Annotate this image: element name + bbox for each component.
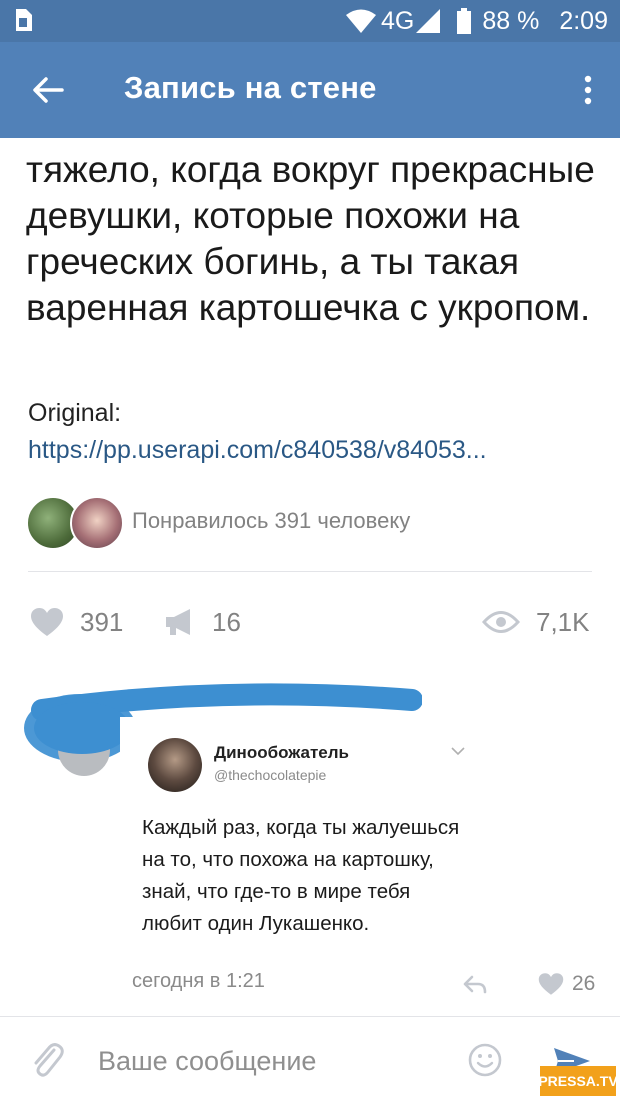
like-count: 391	[80, 606, 124, 637]
more-options-icon[interactable]	[582, 74, 594, 106]
back-arrow-icon[interactable]	[30, 72, 66, 108]
megaphone-icon	[166, 609, 190, 635]
watermark-badge: PRESSA.TV	[538, 1066, 618, 1096]
status-right: 4G 88 % 2:09	[345, 6, 608, 36]
likers-row[interactable]: Понравилось 391 человеку	[26, 496, 586, 550]
tweet-text: Каждый раз, когда ты жалуешься на то, чт…	[142, 816, 460, 935]
reply-icon[interactable]	[462, 974, 488, 994]
views: 7,1K	[482, 600, 590, 644]
view-count: 7,1K	[536, 606, 590, 637]
emoji-icon[interactable]	[468, 1043, 502, 1077]
original-source: Original: https://pp.userapi.com/c840538…	[28, 395, 568, 469]
signal-icon	[416, 9, 441, 33]
chevron-down-icon	[451, 747, 465, 756]
sim-card-icon	[16, 9, 32, 31]
message-input[interactable]	[96, 1040, 440, 1082]
post-stats: 391 16 7,1K	[30, 600, 590, 644]
status-bar: 4G 88 % 2:09	[0, 0, 620, 42]
heart-icon	[538, 973, 564, 995]
eye-icon	[482, 611, 520, 633]
app-bar: Запись на стене	[0, 42, 620, 138]
repost-button[interactable]: 16	[164, 600, 241, 644]
clock: 2:09	[559, 6, 608, 35]
tweet-author-name: Динообожатель	[214, 743, 350, 762]
original-link[interactable]: https://pp.userapi.com/c840538/v84053...	[28, 436, 487, 464]
battery-icon	[457, 8, 472, 34]
heart-icon	[31, 608, 63, 636]
battery-level: 88 %	[482, 6, 540, 35]
repost-count: 16	[212, 606, 241, 637]
tweet-avatar	[148, 738, 202, 792]
page-title: Запись на стене	[124, 70, 377, 105]
tweet-author-handle: @thechocolatepie	[214, 767, 327, 783]
like-button[interactable]: 391	[30, 600, 123, 644]
network-type: 4G	[380, 6, 415, 35]
attach-icon[interactable]	[30, 1040, 64, 1080]
wifi-icon	[345, 9, 376, 33]
post-text: тяжело, когда вокруг прекрасные девушки,…	[26, 149, 595, 328]
comment-like-button[interactable]: 26	[538, 970, 595, 998]
comment-timestamp: сегодня в 1:21	[132, 970, 265, 992]
divider	[28, 571, 592, 572]
likes-summary: Понравилось 391 человеку	[132, 508, 411, 533]
comment-like-count: 26	[572, 972, 596, 995]
liker-avatar	[70, 496, 124, 550]
original-label: Original:	[28, 399, 122, 427]
